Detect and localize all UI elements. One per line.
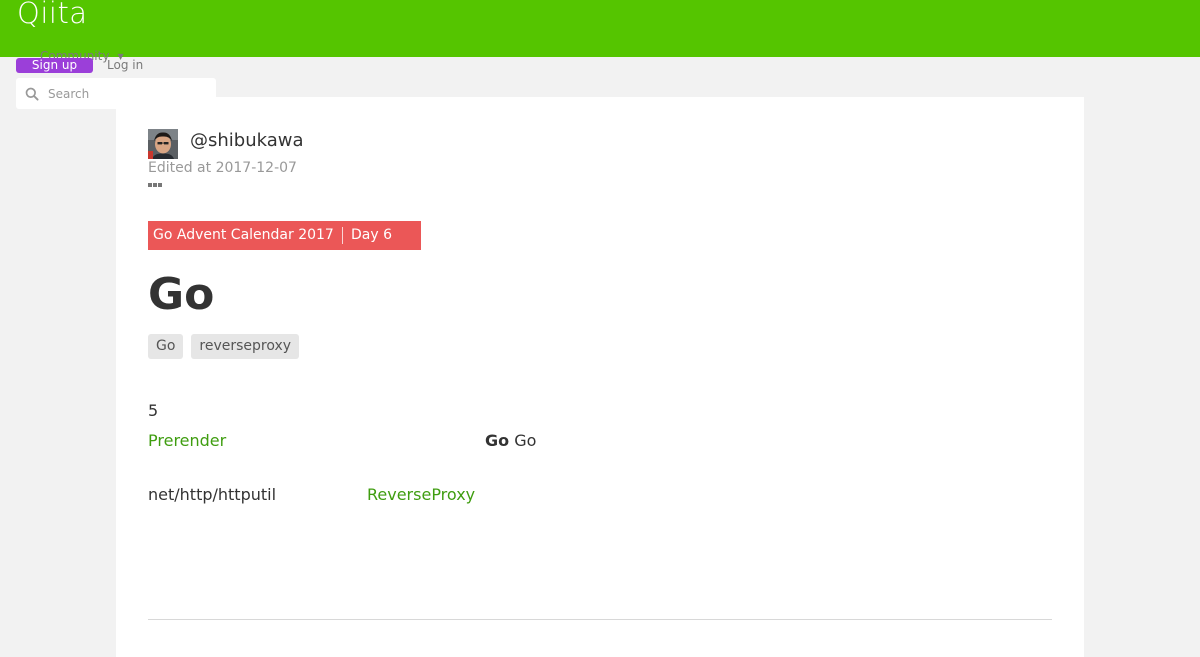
author-name[interactable]: @shibukawa xyxy=(190,130,304,151)
package-name: net/http/httputil xyxy=(148,485,277,504)
tag-reverseproxy[interactable]: reverseproxy xyxy=(191,334,300,359)
reverseproxy-link[interactable]: ReverseProxy xyxy=(367,485,475,504)
search-icon xyxy=(25,87,39,101)
article-divider xyxy=(148,619,1052,620)
go-plain-text: Go xyxy=(514,431,537,450)
author-avatar[interactable] xyxy=(148,129,178,159)
more-options-icon[interactable] xyxy=(148,183,164,191)
login-link[interactable]: Log in xyxy=(107,58,143,73)
body-number: 5 xyxy=(148,401,159,420)
calendar-separator xyxy=(342,227,343,244)
article-card: @shibukawa Edited at 2017-12-07 Go Adven… xyxy=(116,97,1084,657)
qiita-logo[interactable]: Qiita xyxy=(17,0,88,30)
tag-go[interactable]: Go xyxy=(148,334,184,359)
go-bold-text: Go xyxy=(485,431,510,450)
body-go-text: Go Go xyxy=(485,431,536,450)
article-title: Go xyxy=(148,269,215,320)
top-header: Qiita xyxy=(0,0,1200,57)
calendar-day: Day 6 xyxy=(351,227,393,243)
prerender-link[interactable]: Prerender xyxy=(148,431,226,450)
signup-button[interactable]: Sign up xyxy=(16,58,93,73)
edited-date: Edited at 2017-12-07 xyxy=(148,160,297,176)
tag-list: Go reverseproxy xyxy=(148,334,307,360)
avatar-image xyxy=(148,129,178,159)
calendar-name: Go Advent Calendar 2017 xyxy=(153,227,334,243)
advent-calendar-badge[interactable]: Go Advent Calendar 2017 Day 6 xyxy=(148,221,421,250)
